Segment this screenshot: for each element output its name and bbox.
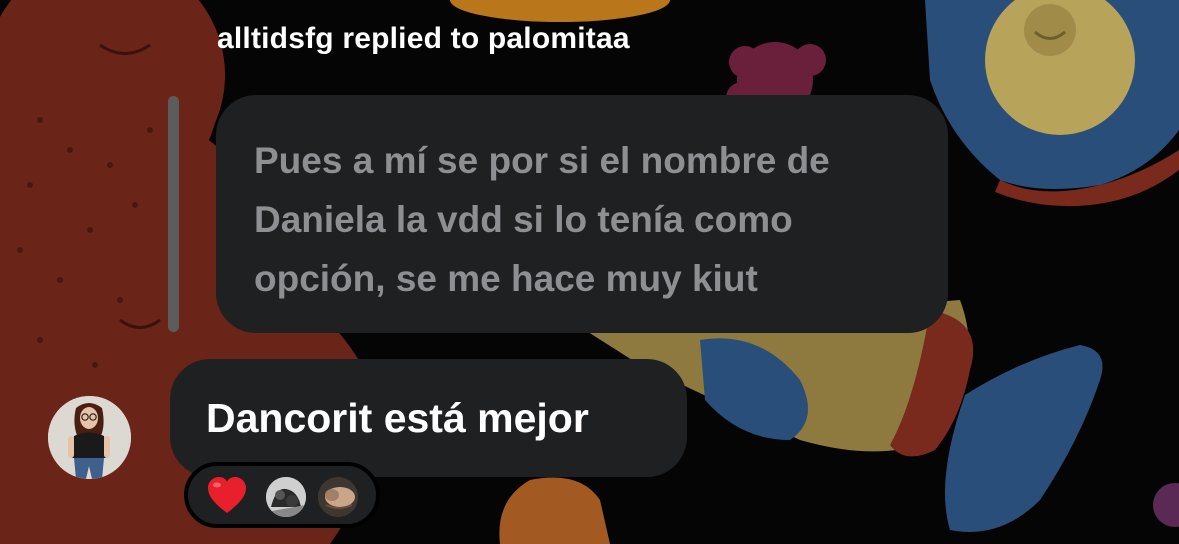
reply-header: alltidsfg replied to palomitaa [217,22,630,55]
wallpaper-purple-blob [1153,483,1179,527]
message-bubble[interactable]: Dancorit está mejor [170,359,687,477]
quoted-message-line: opción, se me hace muy kiut [254,258,758,299]
reactor-avatar-image [318,477,358,517]
message-text: Dancorit está mejor [206,395,589,441]
reply-quote-bar [168,96,179,332]
wallpaper-blue-candy [925,0,1179,207]
reactions-pill[interactable] [184,462,380,528]
quoted-message-line: Daniela la vdd si lo tenía como [254,199,793,240]
wallpaper-orange-blob [450,0,670,22]
sender-avatar[interactable] [48,396,131,479]
sender-avatar-illustration [48,396,131,479]
reactor-avatar-image [266,477,306,517]
reactor-avatar[interactable] [318,477,358,517]
reactor-avatar[interactable] [266,477,306,517]
quoted-message-line: Pues a mí se por si el nombre de [254,140,830,181]
chat-thread: alltidsfg replied to palomitaa Pues a mí… [0,0,1179,544]
wallpaper-orange-bottom [499,477,610,544]
heart-icon [208,477,246,513]
quoted-message-bubble[interactable]: Pues a mí se por si el nombre de Daniela… [216,95,948,333]
